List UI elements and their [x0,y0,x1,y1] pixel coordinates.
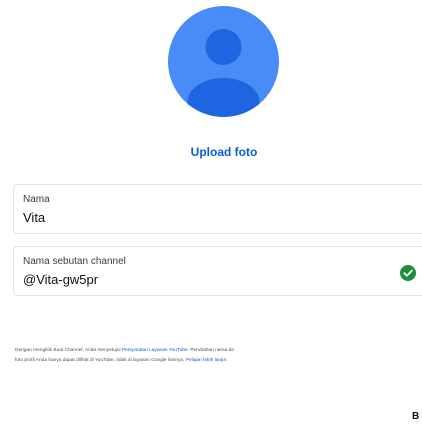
channel-name-input[interactable]: Vita [23,210,45,225]
terms-text-rest: . Perubahan nama da [187,348,234,353]
terms-notice: Dengan mengklik Buat Channel, Anda menye… [15,346,422,366]
channel-handle-field[interactable]: Nama sebutan channel @Vita-gw5pr [13,246,422,296]
terms-text: Dengan mengklik Buat Channel, Anda menye… [15,348,122,353]
learn-more-link[interactable]: Pelajari lebih lanjut [186,358,226,363]
terms-line-2: foto profil Anda hanya dapat dilihat di … [15,356,422,366]
upload-photo-link[interactable]: Upload foto [0,145,422,159]
terms-text-2: foto profil Anda hanya dapat dilihat di … [15,358,186,363]
avatar[interactable] [168,6,279,117]
terms-line-1: Dengan mengklik Buat Channel, Anda menye… [15,346,422,356]
channel-handle-label: Nama sebutan channel [23,256,126,267]
channel-handle-input[interactable]: @Vita-gw5pr [23,272,98,287]
channel-name-field[interactable]: Nama Vita [13,184,422,234]
terms-of-service-link[interactable]: Persyaratan Layanan YouTube [122,348,188,353]
create-channel-button[interactable]: B [412,411,419,422]
person-avatar-icon [187,29,260,117]
check-circle-icon [400,265,416,281]
channel-name-label: Nama [23,194,50,205]
